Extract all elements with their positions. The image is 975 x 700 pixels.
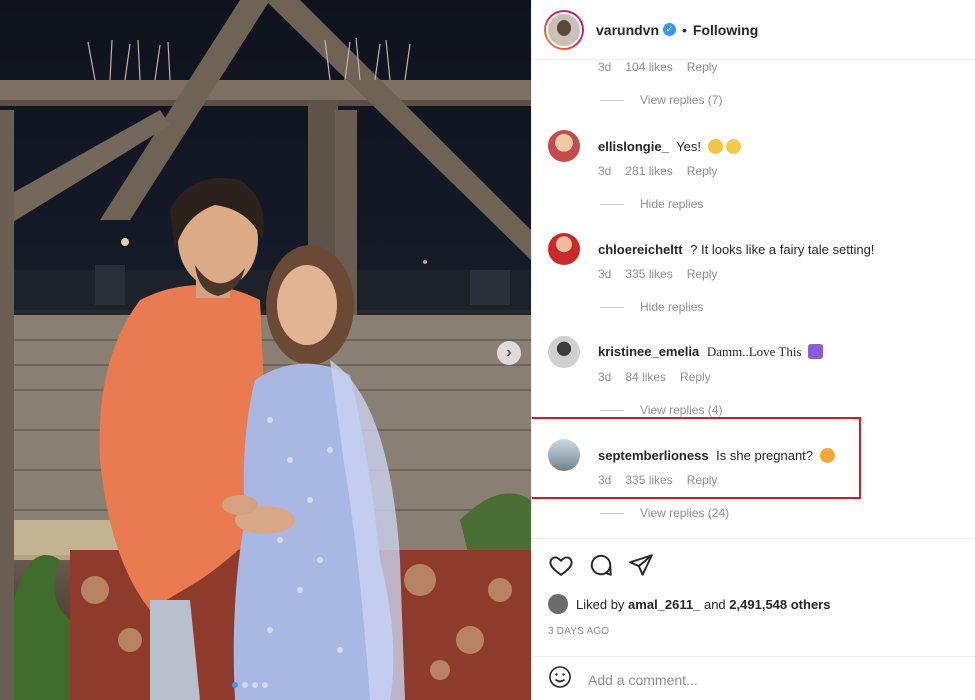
post-timestamp[interactable]: 3 DAYS AGO	[548, 626, 609, 637]
carousel-dot	[252, 682, 258, 688]
purple-heart-emoji-icon	[808, 344, 824, 359]
comment-icon[interactable]	[588, 552, 614, 578]
post-photo-illustration	[0, 0, 531, 700]
replies-toggle-label: Hide replies	[640, 300, 704, 314]
hide-replies-toggle[interactable]: Hide replies	[600, 197, 703, 211]
liked-by-prefix: Liked by	[576, 596, 625, 612]
liked-by-user[interactable]: amal_2611_	[628, 597, 700, 612]
comment-text: Damm..Love This	[706, 344, 802, 359]
comment-meta: 3d 104 likes Reply	[598, 60, 717, 74]
commenter-avatar[interactable]	[548, 130, 580, 162]
carousel-indicator	[232, 682, 268, 688]
comment-likes[interactable]: 335 likes	[625, 267, 672, 281]
comment-item: septemberlioness Is she pregnant?	[548, 439, 835, 471]
author-avatar[interactable]	[544, 9, 584, 50]
comment-meta: 3d 84 likes Reply	[598, 370, 711, 384]
separator-bullet: •	[682, 21, 687, 38]
share-icon[interactable]	[628, 552, 654, 578]
post-header: varundvn ✓ • Following	[532, 0, 975, 60]
carousel-dot	[262, 682, 268, 688]
comment-item: ellislongie_ Yes!	[548, 130, 741, 162]
comment-reply-button[interactable]: Reply	[687, 473, 718, 487]
chevron-right-icon: ›	[506, 344, 512, 361]
view-replies-toggle[interactable]: View replies (7)	[600, 93, 722, 107]
post-photo[interactable]: ›	[0, 0, 531, 700]
comment-likes[interactable]: 281 likes	[625, 164, 672, 178]
comment-item: kristinee_emelia Damm..Love This	[548, 336, 824, 368]
comment-item: chloereicheltt ? It looks like a fairy t…	[548, 233, 874, 265]
divider	[532, 656, 975, 657]
following-button[interactable]: Following	[693, 22, 758, 38]
comment-age: 3d	[598, 60, 612, 74]
comment-meta: 3d 281 likes Reply	[598, 164, 717, 178]
hide-replies-toggle[interactable]: Hide replies	[600, 300, 703, 314]
comment-likes[interactable]: 84 likes	[625, 370, 666, 384]
carousel-dot	[242, 682, 248, 688]
comment-reply-button[interactable]: Reply	[687, 60, 718, 74]
comment-meta: 3d 335 likes Reply	[598, 267, 717, 281]
verified-badge-icon: ✓	[663, 23, 677, 36]
like-icon[interactable]	[548, 552, 574, 578]
star-struck-emoji-icon	[819, 447, 835, 463]
comment-likes[interactable]: 104 likes	[625, 60, 672, 74]
commenter-username[interactable]: kristinee_emelia	[598, 344, 699, 359]
comment-age: 3d	[598, 370, 612, 384]
comment-age: 3d	[598, 267, 612, 281]
comment-likes[interactable]: 335 likes	[625, 473, 672, 487]
next-image-button[interactable]: ›	[497, 341, 521, 365]
liked-by-count[interactable]: 2,491,548 others	[729, 597, 830, 612]
divider	[532, 538, 975, 539]
replies-toggle-label: View replies (24)	[640, 506, 730, 520]
replies-toggle-label: Hide replies	[640, 197, 704, 211]
comment-text: ? It looks like a fairy tale setting!	[690, 241, 875, 257]
comment-text: Is she pregnant?	[716, 447, 814, 463]
liked-by-and: and	[703, 596, 726, 612]
commenter-avatar[interactable]	[548, 336, 580, 368]
comments-list[interactable]: 3d 104 likes Reply View replies (7) elli…	[532, 60, 975, 538]
commenter-username[interactable]: chloereicheltt	[598, 242, 683, 257]
replies-toggle-label: View replies (4)	[640, 403, 723, 417]
comment-reply-button[interactable]: Reply	[687, 164, 718, 178]
liker-avatar[interactable]	[548, 594, 568, 614]
liked-by-row: Liked by amal_2611_ and 2,491,548 others	[548, 594, 830, 614]
emoji-picker-icon[interactable]	[548, 665, 572, 694]
carousel-dot	[232, 682, 238, 688]
comment-input[interactable]	[588, 671, 888, 688]
commenter-avatar[interactable]	[548, 439, 580, 471]
comment-text: Yes!	[676, 138, 702, 154]
comment-age: 3d	[598, 473, 612, 487]
add-comment-bar	[548, 665, 888, 694]
comment-age: 3d	[598, 164, 612, 178]
comment-reply-button[interactable]: Reply	[680, 370, 711, 384]
commenter-avatar[interactable]	[548, 233, 580, 265]
commenter-username[interactable]: ellislongie_	[598, 139, 669, 154]
crying-face-emoji-icon	[707, 138, 723, 154]
view-replies-toggle[interactable]: View replies (24)	[600, 506, 729, 520]
post-actions	[548, 552, 654, 578]
view-replies-toggle[interactable]: View replies (4)	[600, 403, 722, 417]
author-username[interactable]: varundvn	[596, 22, 659, 38]
replies-toggle-label: View replies (7)	[640, 93, 723, 107]
comment-reply-button[interactable]: Reply	[687, 267, 718, 281]
post-side-panel: varundvn ✓ • Following 3d 104 likes Repl…	[531, 0, 975, 700]
commenter-username[interactable]: septemberlioness	[598, 448, 709, 463]
grin-sweat-emoji-icon	[725, 138, 741, 154]
comment-meta: 3d 335 likes Reply	[598, 473, 717, 487]
